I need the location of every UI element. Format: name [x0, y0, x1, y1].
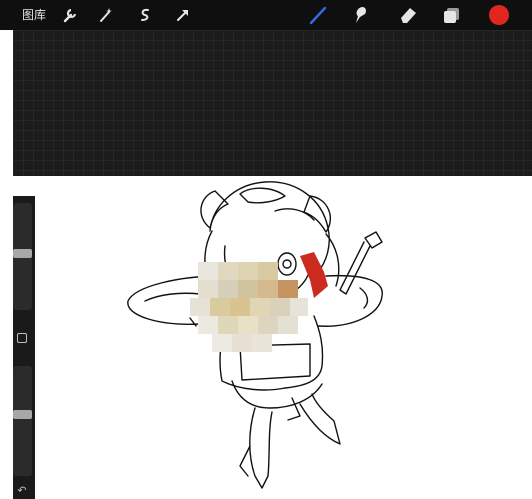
opacity-slider[interactable] — [13, 366, 32, 476]
undo-button[interactable]: ↶ — [14, 485, 30, 497]
modifier-button[interactable] — [17, 333, 27, 343]
left-margin — [0, 176, 13, 499]
selection-icon[interactable] — [136, 6, 154, 24]
mosaic-censor — [190, 262, 308, 352]
layers-icon[interactable] — [442, 5, 462, 25]
canvas-dark-area[interactable] — [13, 30, 532, 176]
canvas-artwork[interactable] — [100, 176, 400, 499]
eraser-icon[interactable] — [398, 5, 418, 25]
opacity-slider-handle[interactable] — [13, 410, 32, 419]
brush-icon[interactable] — [308, 5, 328, 25]
wrench-icon[interactable] — [61, 6, 79, 24]
top-toolbar: 图库 — [0, 0, 532, 30]
smudge-icon[interactable] — [350, 5, 370, 25]
gallery-button[interactable]: 图库 — [22, 7, 46, 23]
transform-arrow-icon[interactable] — [174, 6, 192, 24]
color-picker-button[interactable] — [489, 5, 509, 25]
brush-size-slider-handle[interactable] — [13, 249, 32, 258]
magic-wand-icon[interactable] — [97, 6, 115, 24]
